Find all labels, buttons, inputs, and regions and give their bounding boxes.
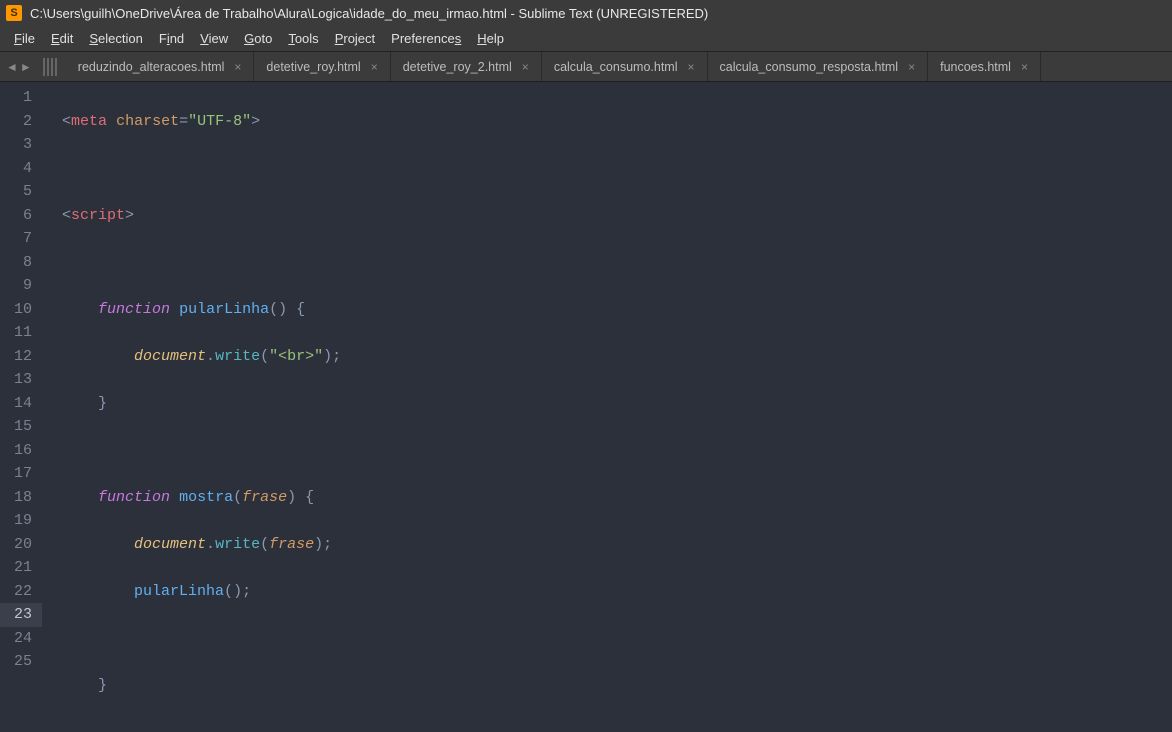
line-number: 19 [14, 509, 32, 533]
app-icon: S [6, 5, 22, 21]
menu-selection[interactable]: Selection [81, 31, 150, 46]
line-number: 6 [14, 204, 32, 228]
menu-help[interactable]: Help [469, 31, 512, 46]
tab-bar: ◄ ► reduzindo_alteracoes.html × detetive_… [0, 52, 1172, 82]
line-number: 15 [14, 415, 32, 439]
window-title: C:\Users\guilh\OneDrive\Área de Trabalho… [30, 6, 708, 21]
nav-arrows: ◄ ► [0, 60, 38, 74]
line-number: 18 [14, 486, 32, 510]
menu-preferences[interactable]: Preferences [383, 31, 469, 46]
close-icon[interactable]: × [1021, 60, 1028, 74]
menu-find[interactable]: Find [151, 31, 192, 46]
line-number: 12 [14, 345, 32, 369]
file-tab[interactable]: detetive_roy.html × [254, 52, 390, 81]
line-number: 17 [14, 462, 32, 486]
close-icon[interactable]: × [234, 60, 241, 74]
line-number: 16 [14, 439, 32, 463]
line-number: 4 [14, 157, 32, 181]
menu-bar: File Edit Selection Find View Goto Tools… [0, 26, 1172, 52]
line-number: 23 [0, 603, 42, 627]
tab-label: funcoes.html [940, 60, 1011, 74]
close-icon[interactable]: × [908, 60, 915, 74]
file-tab[interactable]: calcula_consumo.html × [542, 52, 708, 81]
window-titlebar: S C:\Users\guilh\OneDrive\Área de Trabal… [0, 0, 1172, 26]
nav-back-icon[interactable]: ◄ [6, 60, 18, 74]
line-number: 11 [14, 321, 32, 345]
tab-label: reduzindo_alteracoes.html [78, 60, 225, 74]
file-tab[interactable]: detetive_roy_2.html × [391, 52, 542, 81]
line-number: 20 [14, 533, 32, 557]
line-number: 7 [14, 227, 32, 251]
line-number: 3 [14, 133, 32, 157]
menu-edit[interactable]: Edit [43, 31, 81, 46]
line-number: 22 [14, 580, 32, 604]
line-number: 2 [14, 110, 32, 134]
line-number-gutter: 1 2 3 4 5 6 7 8 9 10 11 12 13 14 15 16 1… [0, 82, 42, 732]
line-number: 5 [14, 180, 32, 204]
line-number: 1 [14, 86, 32, 110]
tab-label: calcula_consumo_resposta.html [720, 60, 899, 74]
editor-area: 1 2 3 4 5 6 7 8 9 10 11 12 13 14 15 16 1… [0, 82, 1172, 732]
close-icon[interactable]: × [371, 60, 378, 74]
file-tab[interactable]: calcula_consumo_resposta.html × [708, 52, 929, 81]
line-number: 10 [14, 298, 32, 322]
close-icon[interactable]: × [522, 60, 529, 74]
side-toggle-icon[interactable] [42, 58, 58, 76]
tab-label: detetive_roy_2.html [403, 60, 512, 74]
tab-label: calcula_consumo.html [554, 60, 678, 74]
line-number: 24 [14, 627, 32, 651]
tabs-container: reduzindo_alteracoes.html × detetive_roy.… [66, 52, 1041, 81]
menu-project[interactable]: Project [327, 31, 383, 46]
code-editor[interactable]: <meta charset="UTF-8"> <script> function… [42, 82, 1172, 732]
file-tab[interactable]: funcoes.html × [928, 52, 1041, 81]
tab-label: detetive_roy.html [266, 60, 360, 74]
line-number: 21 [14, 556, 32, 580]
file-tab[interactable]: reduzindo_alteracoes.html × [66, 52, 255, 81]
nav-forward-icon[interactable]: ► [20, 60, 32, 74]
line-number: 13 [14, 368, 32, 392]
close-icon[interactable]: × [687, 60, 694, 74]
line-number: 25 [14, 650, 32, 674]
menu-view[interactable]: View [192, 31, 236, 46]
menu-tools[interactable]: Tools [280, 31, 326, 46]
menu-file[interactable]: File [6, 31, 43, 46]
line-number: 8 [14, 251, 32, 275]
menu-goto[interactable]: Goto [236, 31, 280, 46]
line-number: 14 [14, 392, 32, 416]
line-number: 9 [14, 274, 32, 298]
